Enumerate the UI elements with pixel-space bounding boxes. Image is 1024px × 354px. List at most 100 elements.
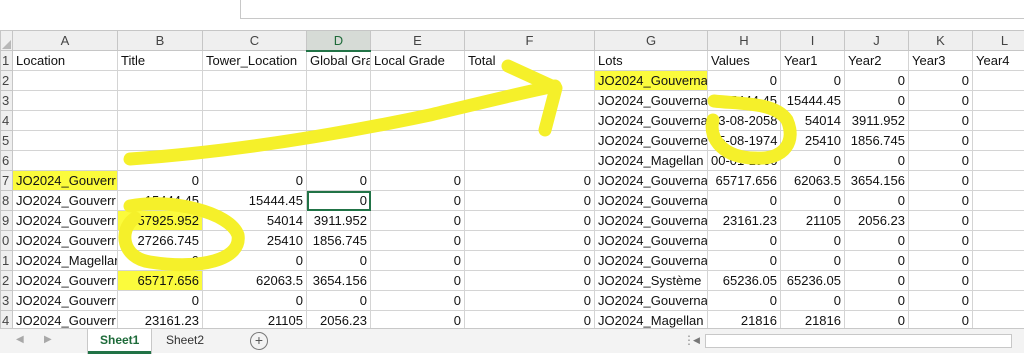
- column-header-i[interactable]: I: [781, 31, 845, 51]
- cell[interactable]: 65236.05: [708, 271, 781, 291]
- cell[interactable]: 0: [781, 151, 845, 171]
- cell[interactable]: [371, 111, 465, 131]
- cell[interactable]: 0: [708, 231, 781, 251]
- cell[interactable]: [973, 311, 1024, 329]
- cell[interactable]: 0: [371, 291, 465, 311]
- cell[interactable]: JO2024_Gouverne: [595, 131, 708, 151]
- cell[interactable]: 3911.952: [307, 211, 371, 231]
- sheet-tab-sheet2[interactable]: Sheet2: [154, 329, 216, 351]
- cell[interactable]: 0: [909, 231, 973, 251]
- cell[interactable]: 0: [781, 251, 845, 271]
- cell[interactable]: 0: [845, 271, 909, 291]
- cell[interactable]: 0: [845, 91, 909, 111]
- cell[interactable]: 0: [845, 191, 909, 211]
- cell[interactable]: 0: [203, 291, 307, 311]
- cell[interactable]: 0: [203, 171, 307, 191]
- cell[interactable]: 54014: [781, 111, 845, 131]
- cell[interactable]: 0: [371, 211, 465, 231]
- cell[interactable]: JO2024_Gouverr: [13, 191, 118, 211]
- cell[interactable]: JO2024_Gouverna: [595, 291, 708, 311]
- cell[interactable]: 1856.745: [307, 231, 371, 251]
- cell[interactable]: 0: [465, 311, 595, 329]
- active-cell[interactable]: 0: [307, 191, 371, 211]
- cell[interactable]: 0: [909, 211, 973, 231]
- cell[interactable]: Location: [13, 51, 118, 71]
- cell[interactable]: 21816: [708, 311, 781, 329]
- cell[interactable]: Year4: [973, 51, 1024, 71]
- cell[interactable]: 0: [781, 71, 845, 91]
- cell[interactable]: 0: [465, 191, 595, 211]
- cell[interactable]: [307, 151, 371, 171]
- cell[interactable]: 0: [371, 191, 465, 211]
- cell[interactable]: [973, 151, 1024, 171]
- cell[interactable]: [13, 111, 118, 131]
- cell[interactable]: [973, 231, 1024, 251]
- cell[interactable]: JO2024_Gouverna: [595, 231, 708, 251]
- cell[interactable]: 62063.5: [203, 271, 307, 291]
- cell[interactable]: 57925.952: [118, 211, 203, 231]
- horizontal-scrollbar[interactable]: [705, 334, 1012, 348]
- cell[interactable]: 23161.23: [118, 311, 203, 329]
- cell[interactable]: 0: [465, 171, 595, 191]
- cell[interactable]: 23161.23: [708, 211, 781, 231]
- cell[interactable]: 0: [909, 131, 973, 151]
- sheet-tab-sheet1[interactable]: Sheet1: [88, 329, 151, 354]
- cell[interactable]: [371, 71, 465, 91]
- cell[interactable]: [371, 151, 465, 171]
- row-header[interactable]: 1: [1, 251, 13, 271]
- cell[interactable]: 65236.05: [781, 271, 845, 291]
- cell[interactable]: 65717.656: [118, 271, 203, 291]
- row-header[interactable]: 3: [1, 291, 13, 311]
- cell[interactable]: 3654.156: [307, 271, 371, 291]
- tab-scroll-left-icon[interactable]: ◀: [16, 334, 24, 345]
- cell[interactable]: 15444.45: [708, 91, 781, 111]
- cell[interactable]: JO2024_Gouverna: [595, 71, 708, 91]
- column-header-l[interactable]: L: [973, 31, 1024, 51]
- cell[interactable]: 65717.656: [708, 171, 781, 191]
- cell[interactable]: JO2024_Gouverr: [13, 311, 118, 329]
- cell[interactable]: [13, 151, 118, 171]
- cell[interactable]: 0: [781, 191, 845, 211]
- cell[interactable]: 0: [909, 71, 973, 91]
- cell[interactable]: Global Gra: [307, 51, 371, 71]
- row-header[interactable]: 1: [1, 51, 13, 71]
- cell[interactable]: 0: [845, 291, 909, 311]
- cell[interactable]: 0: [465, 231, 595, 251]
- cell[interactable]: [465, 71, 595, 91]
- cell[interactable]: 0: [465, 251, 595, 271]
- cell[interactable]: 21105: [203, 311, 307, 329]
- cell[interactable]: 0: [708, 71, 781, 91]
- row-header[interactable]: 5: [1, 131, 13, 151]
- cell[interactable]: [973, 131, 1024, 151]
- cell[interactable]: Lots: [595, 51, 708, 71]
- cell[interactable]: [465, 151, 595, 171]
- cell[interactable]: 0: [909, 311, 973, 329]
- cell[interactable]: 0: [845, 311, 909, 329]
- cell[interactable]: Year3: [909, 51, 973, 71]
- cell[interactable]: 0: [307, 291, 371, 311]
- column-header-j[interactable]: J: [845, 31, 909, 51]
- cell[interactable]: [973, 111, 1024, 131]
- cell[interactable]: 0: [371, 231, 465, 251]
- cell[interactable]: 0: [307, 251, 371, 271]
- cell[interactable]: [973, 171, 1024, 191]
- column-header-d[interactable]: D: [307, 31, 371, 51]
- cell[interactable]: 0: [845, 71, 909, 91]
- cell[interactable]: 15444.45: [781, 91, 845, 111]
- cell[interactable]: 21816: [781, 311, 845, 329]
- cell[interactable]: 54014: [203, 211, 307, 231]
- cell[interactable]: [118, 91, 203, 111]
- cell[interactable]: 0: [781, 291, 845, 311]
- cell[interactable]: [13, 71, 118, 91]
- cell[interactable]: 0: [845, 251, 909, 271]
- cell[interactable]: Values: [708, 51, 781, 71]
- cell[interactable]: JO2024_Gouverr: [13, 271, 118, 291]
- cell[interactable]: 0: [781, 231, 845, 251]
- row-header[interactable]: 4: [1, 311, 13, 329]
- cell[interactable]: [973, 251, 1024, 271]
- cell[interactable]: [973, 291, 1024, 311]
- cell[interactable]: 21105: [781, 211, 845, 231]
- cell[interactable]: 0: [909, 191, 973, 211]
- cell[interactable]: 2056.23: [845, 211, 909, 231]
- cell[interactable]: JO2024_Gouverna: [595, 251, 708, 271]
